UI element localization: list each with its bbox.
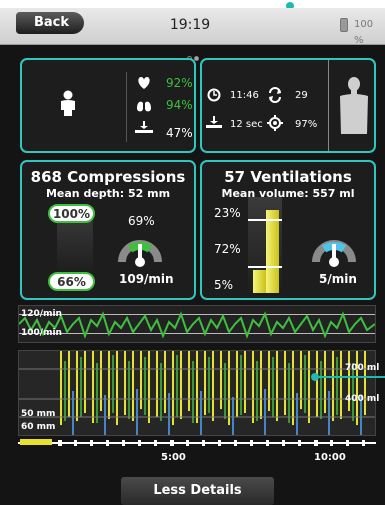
divider bbox=[328, 60, 329, 151]
divider bbox=[126, 72, 127, 142]
depth-bottom-pill: 66% bbox=[48, 272, 95, 291]
compression-rate: 109/min bbox=[119, 272, 174, 286]
back-button[interactable]: Back bbox=[16, 12, 84, 34]
battery-percent: 100 % bbox=[354, 19, 374, 46]
ventilations-panel: 57 Ventilations Mean volume: 557 ml 23% … bbox=[200, 160, 376, 300]
clock-icon bbox=[207, 88, 221, 102]
waveform-chart: 50 mm 60 mm 700 ml 400 ml bbox=[18, 350, 380, 436]
compressions-title: 868 Compressions bbox=[30, 168, 186, 186]
heart-value: 92% bbox=[166, 76, 193, 90]
vent-label-low: 5% bbox=[214, 278, 234, 292]
timeline-axis[interactable]: 5:00 10:00 bbox=[18, 436, 376, 466]
compression-value: 47% bbox=[166, 126, 193, 140]
lungs-value: 94% bbox=[166, 98, 193, 112]
compressions-panel: 868 Compressions Mean depth: 52 mm 100% … bbox=[20, 160, 196, 300]
volume-label-700: 700 ml bbox=[345, 363, 380, 373]
target-value: 97% bbox=[295, 119, 318, 130]
mean-volume-label: Mean volume: 557 ml bbox=[221, 187, 355, 200]
lower-limit-line bbox=[248, 266, 282, 268]
ventilation-rate: 5/min bbox=[319, 272, 357, 286]
vent-label-high: 23% bbox=[214, 206, 241, 220]
lungs-icon bbox=[137, 99, 151, 112]
rate-upper-label: 120/min bbox=[21, 309, 62, 319]
mean-depth-label: Mean depth: 52 mm bbox=[45, 187, 171, 200]
vent-label-mid: 72% bbox=[214, 242, 241, 256]
compression-gauge bbox=[118, 240, 162, 267]
callout-dot bbox=[311, 373, 319, 381]
less-details-button[interactable]: Less Details bbox=[121, 477, 274, 505]
ventilations-title: 57 Ventilations bbox=[224, 168, 352, 186]
person-icon bbox=[61, 90, 75, 116]
pause-icon bbox=[206, 116, 222, 128]
volume-label-400: 400 ml bbox=[345, 394, 380, 404]
rate-strip: 120/min 100/min bbox=[18, 305, 376, 343]
top-strip bbox=[0, 0, 385, 8]
depth-top-pill: 100% bbox=[48, 204, 95, 223]
target-icon bbox=[267, 115, 283, 131]
session-panel: 11:46 29 12 sec 97% bbox=[200, 58, 376, 153]
timeline-tick-10min: 10:00 bbox=[314, 452, 346, 463]
compression-icon bbox=[135, 121, 153, 133]
ventilation-gauge bbox=[312, 240, 356, 267]
vitals-panel: 92% 94% 47% bbox=[20, 58, 196, 153]
volume-bar-low bbox=[253, 270, 266, 293]
upper-limit-line bbox=[248, 219, 282, 221]
pause-time: 12 sec bbox=[230, 119, 263, 130]
gauge-percent: 69% bbox=[128, 214, 155, 228]
volume-chart bbox=[248, 197, 282, 293]
battery-icon bbox=[340, 18, 348, 32]
rate-trace bbox=[19, 311, 375, 339]
waveform-trace bbox=[19, 351, 375, 435]
restart-icon bbox=[269, 87, 281, 103]
rate-lower-label: 100/min bbox=[21, 328, 62, 338]
heart-icon bbox=[138, 77, 150, 89]
timeline-ticks bbox=[58, 440, 365, 446]
depth-label-50: 50 mm bbox=[21, 409, 56, 419]
depth-label-60: 60 mm bbox=[21, 422, 56, 432]
session-time: 11:46 bbox=[230, 90, 259, 101]
clock-time: 19:19 bbox=[169, 17, 211, 33]
timeline-tick-5min: 5:00 bbox=[161, 452, 186, 463]
callout-line bbox=[319, 376, 385, 378]
volume-bar-high bbox=[266, 210, 279, 293]
manikin-icon bbox=[340, 77, 368, 134]
restart-count: 29 bbox=[295, 90, 308, 101]
